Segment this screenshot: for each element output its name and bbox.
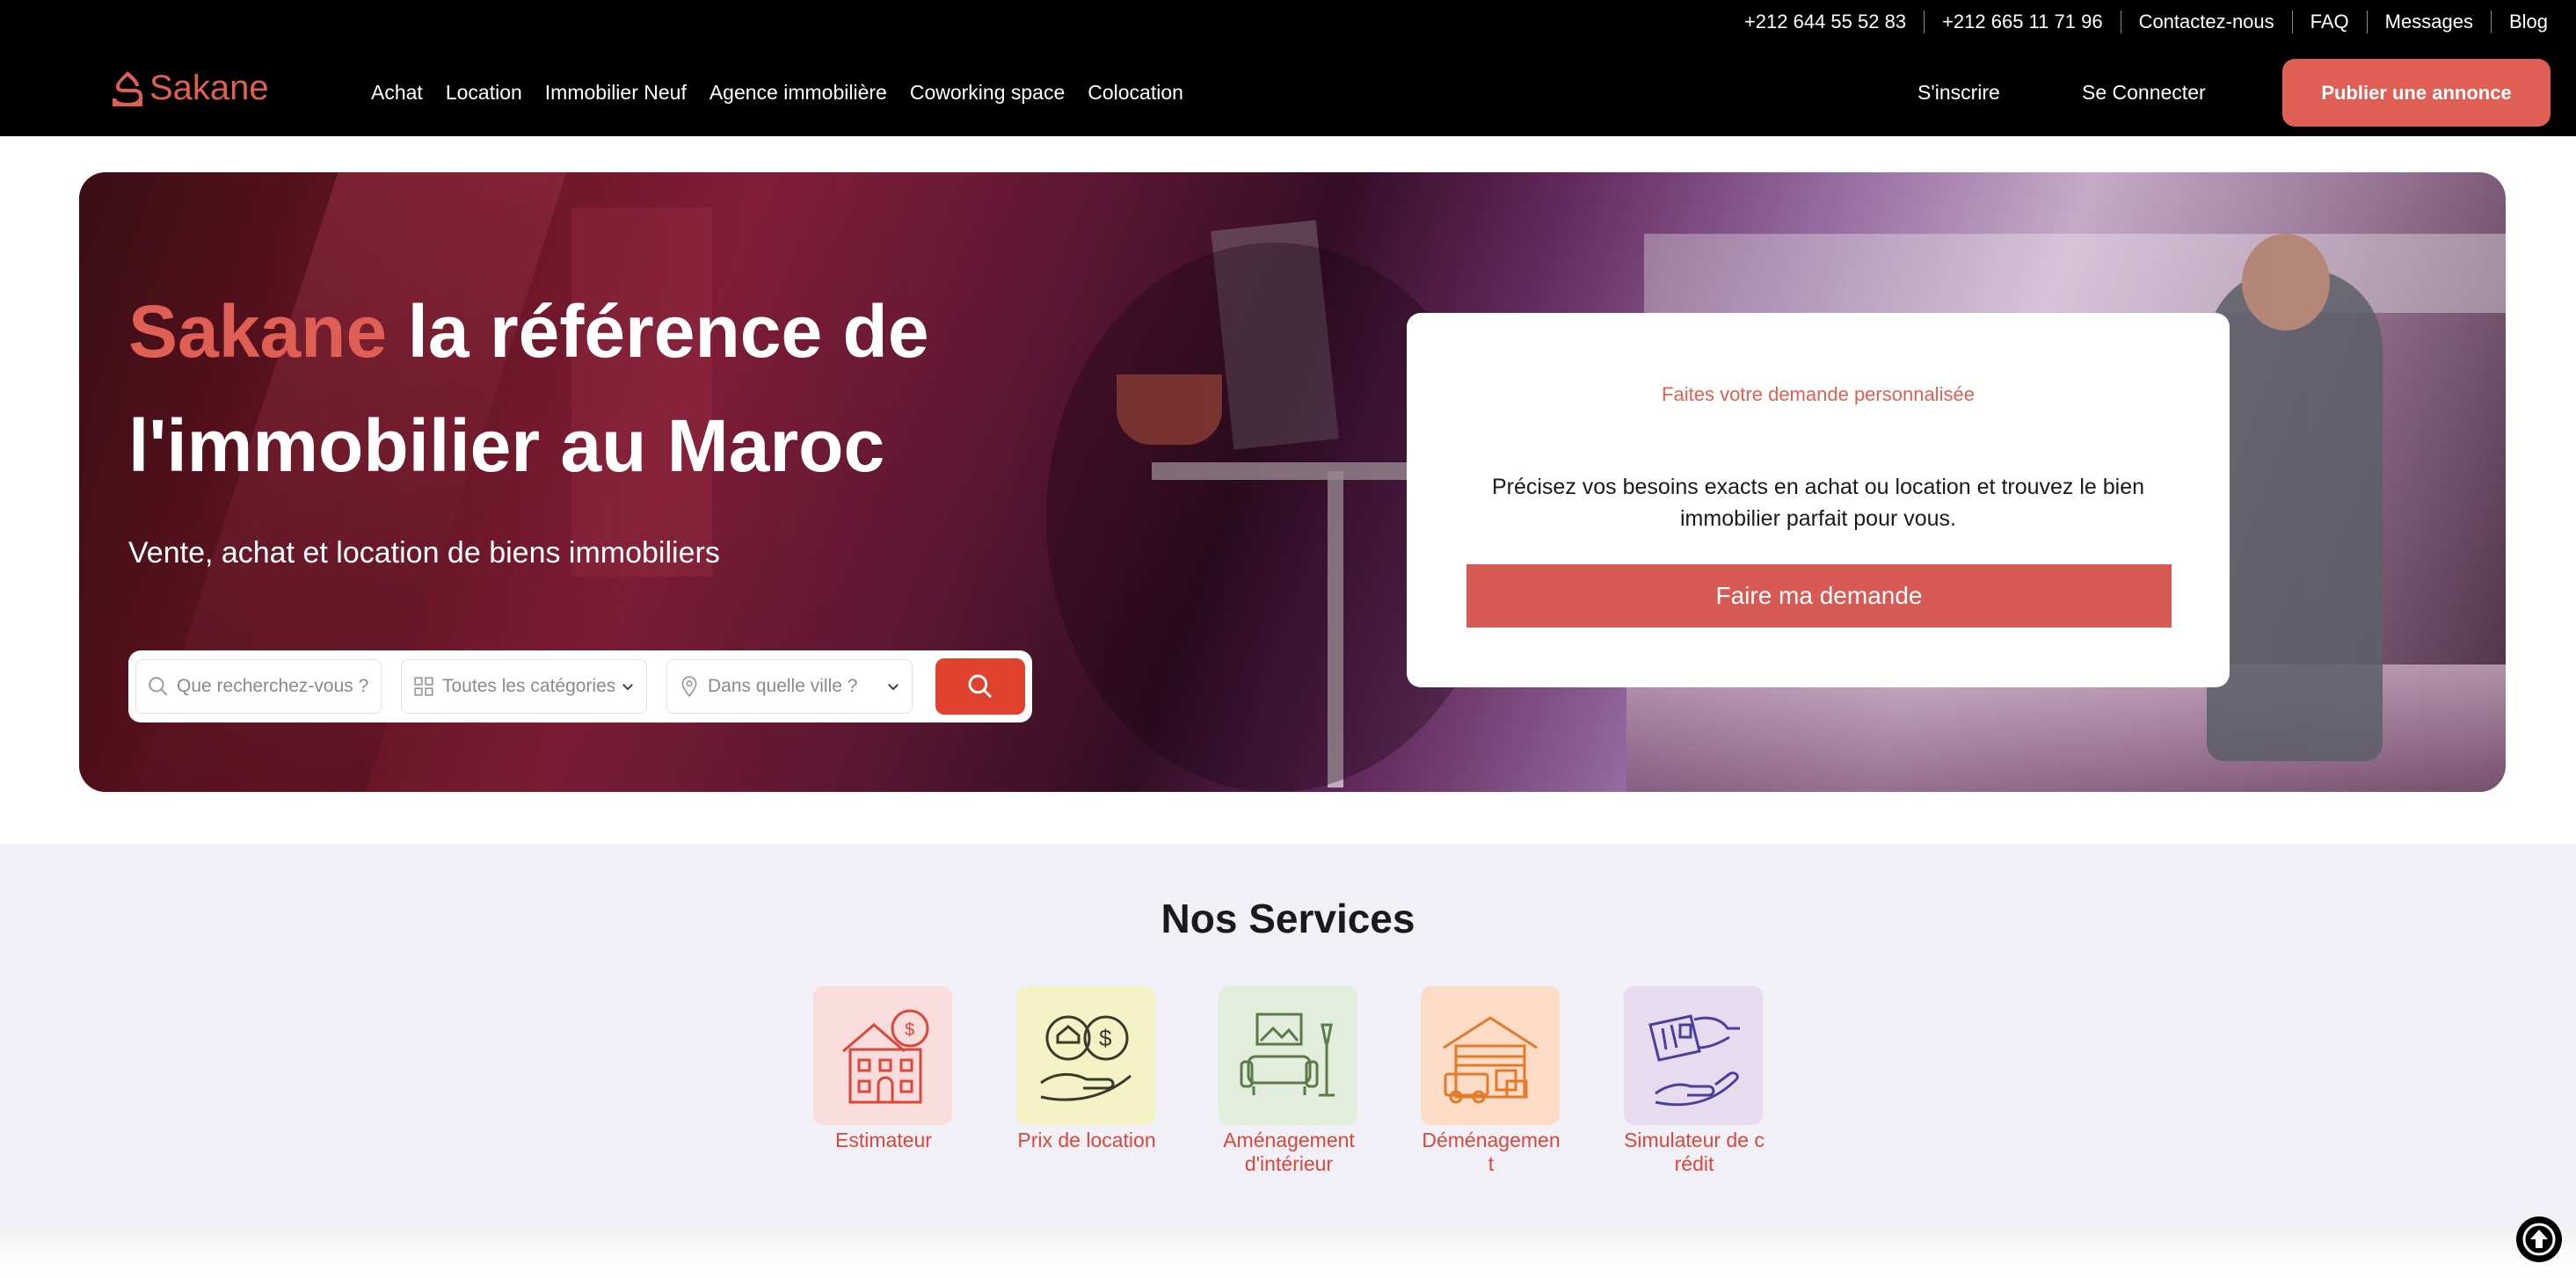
moving-truck-icon bbox=[1443, 1016, 1538, 1104]
custom-request-card: Faites votre demande personnalisée Préci… bbox=[1407, 313, 2230, 687]
service-amenagement[interactable]: Aménagement d'intérieur bbox=[1219, 986, 1359, 1176]
publish-ad-button[interactable]: Publier une annonce bbox=[2282, 59, 2551, 127]
service-demenagement[interactable]: Déménagement bbox=[1421, 986, 1561, 1176]
nav-coworking[interactable]: Coworking space bbox=[910, 81, 1065, 105]
nav-immobilier-neuf[interactable]: Immobilier Neuf bbox=[545, 81, 687, 105]
contact-link[interactable]: Contactez-nous bbox=[2120, 11, 2292, 33]
house-estimate-icon: $ bbox=[842, 1009, 929, 1104]
nav-location[interactable]: Location bbox=[446, 81, 522, 105]
site-header: +212 644 55 52 83 +212 665 11 71 96 Cont… bbox=[0, 0, 2576, 136]
hero-banner: Sakane la référence de l'immobilier au M… bbox=[79, 172, 2506, 792]
interior-design-icon bbox=[1240, 1013, 1335, 1097]
category-select[interactable]: Toutes les catégories bbox=[401, 659, 647, 714]
svg-text:$: $ bbox=[1099, 1025, 1112, 1051]
chevron-down-icon bbox=[622, 684, 633, 691]
chevron-down-icon bbox=[888, 684, 899, 691]
request-card-text: Précisez vos besoins exacts en achat ou … bbox=[1491, 475, 2145, 531]
logo[interactable]: Sakane bbox=[111, 69, 269, 108]
hero-subtitle: Vente, achat et location de biens immobi… bbox=[128, 536, 720, 570]
search-input[interactable]: Que recherchez-vous ? bbox=[135, 659, 382, 714]
make-request-button[interactable]: Faire ma demande bbox=[1466, 564, 2172, 628]
services-title: Nos Services bbox=[1161, 896, 1415, 941]
svg-text:$: $ bbox=[905, 1020, 914, 1040]
sakane-logo-icon bbox=[113, 70, 142, 106]
hero-title-brand: Sakane bbox=[128, 290, 388, 373]
faq-link[interactable]: FAQ bbox=[2291, 11, 2367, 33]
search-button[interactable] bbox=[935, 658, 1025, 715]
blog-link[interactable]: Blog bbox=[2490, 11, 2548, 33]
location-pin-icon bbox=[681, 676, 697, 698]
top-links: +212 644 55 52 83 +212 665 11 71 96 Cont… bbox=[1744, 9, 2548, 35]
nav-agence-immobiliere[interactable]: Agence immobilière bbox=[709, 81, 887, 105]
city-select[interactable]: Dans quelle ville ? bbox=[666, 659, 913, 714]
arrow-up-icon bbox=[2522, 1223, 2556, 1256]
request-card-title: Faites votre demande personnalisée bbox=[1662, 383, 1975, 405]
service-estimateur[interactable]: $ Estimateur bbox=[813, 986, 954, 1152]
main-nav: Achat Location Immobilier Neuf Agence im… bbox=[371, 81, 1183, 105]
search-icon bbox=[968, 674, 993, 699]
nav-achat[interactable]: Achat bbox=[371, 81, 423, 105]
next-section-edge bbox=[0, 1232, 2576, 1278]
service-prix-location[interactable]: $ Prix de location bbox=[1016, 986, 1157, 1152]
rent-price-icon: $ bbox=[1040, 1015, 1132, 1101]
service-simulateur-credit[interactable]: Simulateur de crédit bbox=[1624, 986, 1765, 1176]
search-bar: Que recherchez-vous ? Toutes les catégor… bbox=[128, 650, 1032, 723]
scroll-to-top-button[interactable] bbox=[2516, 1216, 2562, 1262]
login-link[interactable]: Se Connecter bbox=[2082, 81, 2206, 105]
phone-link-1[interactable]: +212 644 55 52 83 bbox=[1744, 11, 1924, 33]
phone-link-2[interactable]: +212 665 11 71 96 bbox=[1924, 11, 2121, 33]
hero-title: Sakane la référence de l'immobilier au M… bbox=[128, 274, 1148, 503]
nav-colocation[interactable]: Colocation bbox=[1088, 81, 1183, 105]
grid-icon bbox=[414, 677, 433, 696]
signup-link[interactable]: S'inscrire bbox=[1917, 81, 2000, 105]
logo-text: Sakane bbox=[149, 69, 269, 107]
search-icon bbox=[149, 677, 168, 696]
messages-link[interactable]: Messages bbox=[2366, 11, 2491, 33]
credit-simulator-icon bbox=[1648, 1014, 1740, 1107]
services-section: Nos Services $ Estimateur $ Prix de loca… bbox=[0, 844, 2576, 1232]
